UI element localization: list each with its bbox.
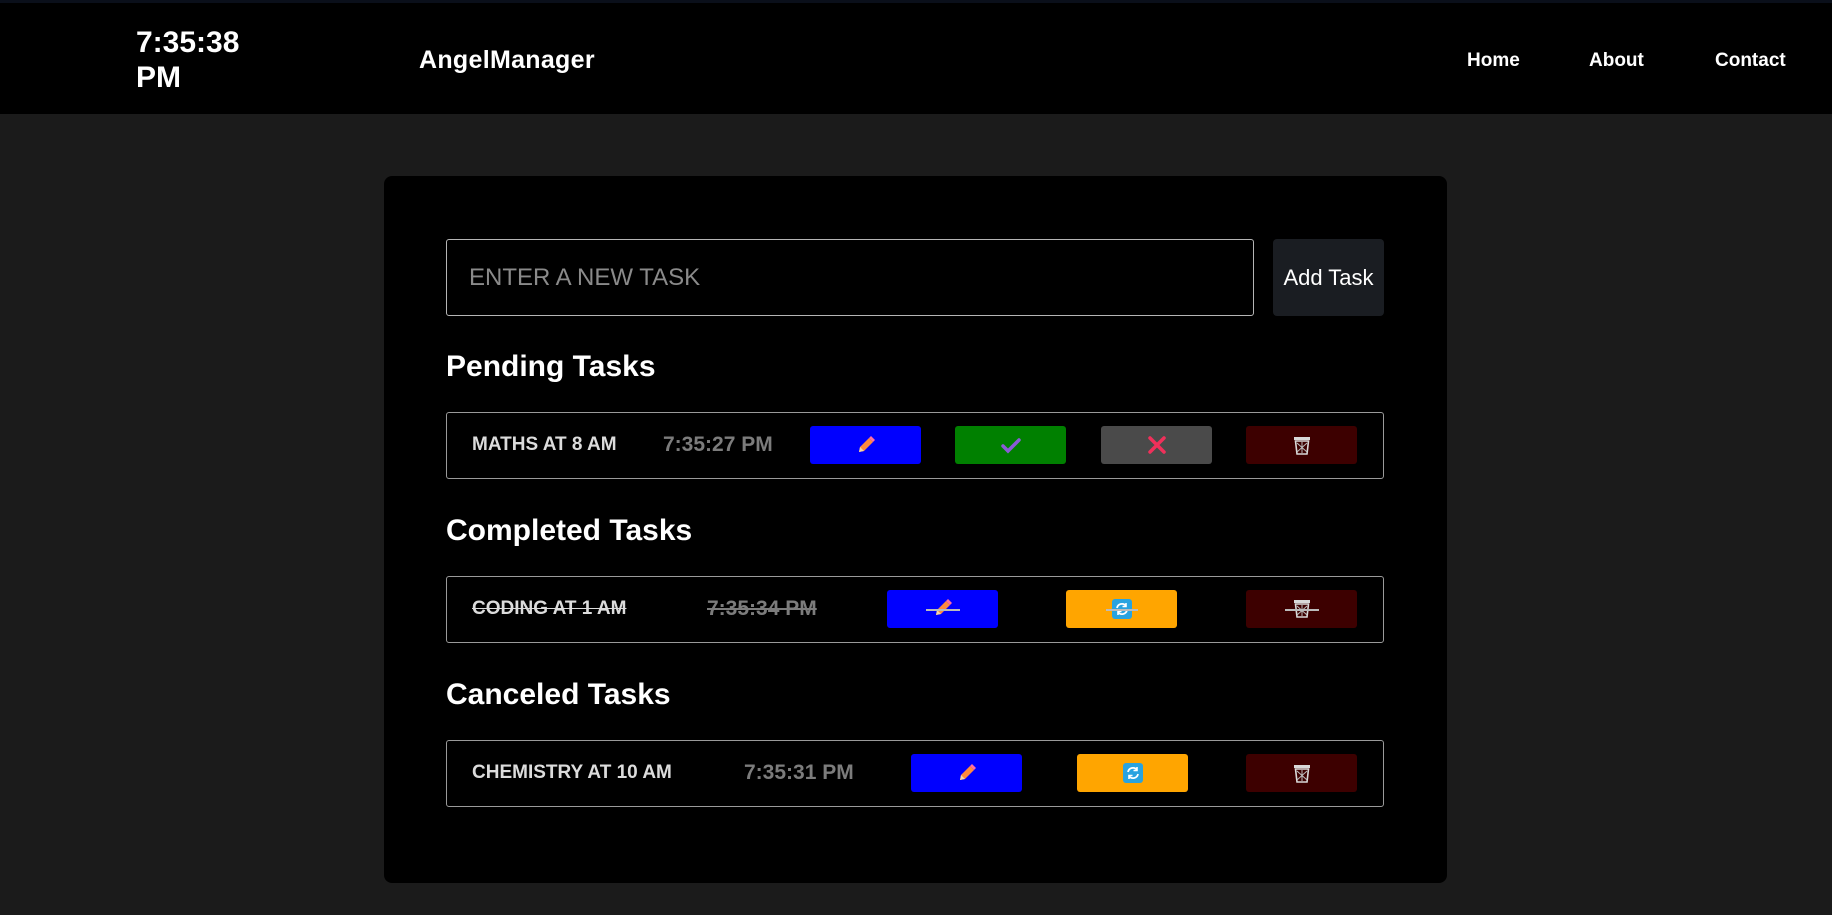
task-name: MATHS AT 8 AM bbox=[472, 434, 617, 455]
nav-home-link[interactable]: Home bbox=[1467, 50, 1520, 72]
trash-icon bbox=[1293, 437, 1310, 455]
edit-icon bbox=[858, 436, 875, 452]
task-manager-panel: Add Task Pending Tasks MATHS AT 8 AM 7:3… bbox=[384, 176, 1447, 883]
new-task-input[interactable] bbox=[446, 239, 1254, 316]
x-icon bbox=[1147, 436, 1166, 454]
task-name: CHEMISTRY AT 10 AM bbox=[472, 762, 672, 783]
edit-icon bbox=[959, 764, 976, 780]
edit-icon-wrapper bbox=[925, 597, 960, 622]
completed-task-row: CODING AT 1 AM 7:35:34 PM bbox=[446, 576, 1384, 643]
brand-name[interactable]: AngelManager bbox=[419, 46, 595, 75]
live-clock: 7:35:38 PM bbox=[136, 26, 240, 94]
completed-tasks-heading: Completed Tasks bbox=[446, 514, 693, 547]
edit-icon bbox=[935, 598, 952, 615]
canceled-tasks-heading: Canceled Tasks bbox=[446, 678, 671, 711]
delete-task-button[interactable] bbox=[1246, 426, 1357, 464]
delete-task-button[interactable] bbox=[1246, 754, 1357, 792]
task-time: 7:35:27 PM bbox=[663, 433, 773, 456]
complete-task-button[interactable] bbox=[955, 426, 1066, 464]
pending-tasks-heading: Pending Tasks bbox=[446, 350, 656, 383]
edit-task-button[interactable] bbox=[911, 754, 1022, 792]
edit-task-button[interactable] bbox=[887, 590, 998, 628]
canceled-task-row: CHEMISTRY AT 10 AM 7:35:31 PM bbox=[446, 740, 1384, 807]
check-icon bbox=[1000, 438, 1021, 454]
task-time: 7:35:34 PM bbox=[707, 597, 817, 620]
navbar: 7:35:38 PM AngelManager Home About Conta… bbox=[0, 0, 1832, 114]
cancel-task-button[interactable] bbox=[1101, 426, 1212, 464]
trash-icon bbox=[1293, 599, 1310, 618]
restore-task-button[interactable] bbox=[1077, 754, 1188, 792]
nav-about-link[interactable]: About bbox=[1589, 50, 1644, 72]
task-time: 7:35:31 PM bbox=[744, 761, 854, 784]
edit-task-button[interactable] bbox=[810, 426, 921, 464]
restore-icon-wrapper bbox=[1105, 599, 1138, 619]
nav-contact-link[interactable]: Contact bbox=[1715, 50, 1786, 72]
restore-icon bbox=[1111, 599, 1132, 619]
pending-task-row: MATHS AT 8 AM 7:35:27 PM bbox=[446, 412, 1384, 479]
add-task-button[interactable]: Add Task bbox=[1273, 239, 1384, 316]
restore-icon bbox=[1122, 763, 1143, 783]
trash-icon-wrapper bbox=[1284, 597, 1319, 622]
task-name: CODING AT 1 AM bbox=[472, 598, 627, 619]
delete-task-button[interactable] bbox=[1246, 590, 1357, 628]
trash-icon bbox=[1293, 765, 1310, 783]
restore-task-button[interactable] bbox=[1066, 590, 1177, 628]
